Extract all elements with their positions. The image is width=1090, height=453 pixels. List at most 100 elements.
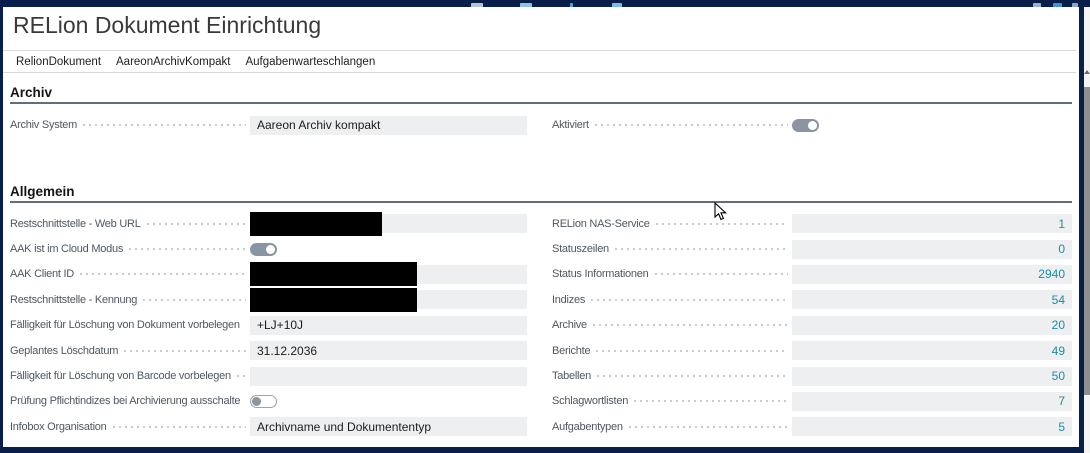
field-input[interactable] [250,262,527,287]
field-input[interactable]: +LJ+10J [250,315,527,335]
field-row: AAK Client ID [10,262,527,287]
field-input[interactable]: Aareon Archiv kompakt [250,115,527,135]
toolbar-icon-partial-3[interactable] [570,3,573,7]
field-control: Archivname und Dokumententyp [250,417,527,437]
toolbar-icon-partial-1[interactable] [471,3,483,7]
dotted-leader [632,398,788,405]
field-control: 54 [792,290,1072,310]
mouse-cursor [714,201,728,226]
section-divider [10,201,1072,203]
window-border-bottom [0,447,1084,453]
toolbar-icon-partial-7[interactable] [1072,3,1078,7]
section-title-allgemein: Allgemein [10,184,75,199]
field-row: Tabellen 50 [552,363,1072,388]
field-control: 7 [792,391,1072,411]
dotted-leader [122,347,246,354]
field-control: 31.12.2036 [250,341,527,361]
field-control: 0 [792,239,1072,259]
field-control: 20 [792,315,1072,335]
dotted-leader [626,423,788,430]
toolbar-icon-partial-5[interactable] [1033,3,1041,7]
field-input[interactable] [250,287,527,312]
field-label: Status Informationen [552,268,649,281]
field-row: Berichte 49 [552,338,1072,363]
toolbar-icon-partial-2[interactable] [520,3,532,7]
toggle-switch[interactable] [792,118,819,132]
menu-item-aufgabenwarteschlangen[interactable]: Aufgabenwarteschlangen [245,56,375,68]
dotted-leader [244,398,246,405]
toggle-switch[interactable] [250,242,277,256]
dotted-leader [612,246,788,253]
field-label: Restschnittstelle - Web URL [10,217,141,230]
drilldown-field[interactable]: 5 [792,417,1072,437]
dotted-leader [589,296,788,303]
field-row: Indizes 54 [552,287,1072,312]
dotted-leader [590,322,788,329]
field-label: Berichte [552,344,591,357]
field-row: Archive 20 [552,313,1072,338]
field-label: Archive [552,319,587,332]
field-control [250,262,527,287]
dotted-leader [81,122,246,128]
field-row: Aktiviert [552,112,1072,138]
toggle-knob [808,120,817,130]
field-row: Fälligkeit für Löschung von Dokument vor… [10,313,527,338]
redacted-value [250,211,382,236]
field-label: Schlagwortlisten [552,395,629,408]
dotted-leader [141,296,246,303]
dotted-leader [78,271,246,278]
section-archiv-fields: Archiv System Aareon Archiv kompakt Aktivi… [10,112,1072,138]
field-row: Prüfung Pflichtindizes bei Archivierung … [10,389,527,414]
field-row: Archiv System Aareon Archiv kompakt [10,112,527,138]
field-label: Prüfung Pflichtindizes bei Archivierung … [10,395,240,408]
menu-item-reliondokument[interactable]: RelionDokument [16,56,101,68]
redacted-value [250,287,417,312]
drilldown-field[interactable]: 49 [792,341,1072,361]
field-control [250,287,527,312]
field-row: Geplantes Löschdatum 31.12.2036 [10,338,527,363]
drilldown-field[interactable]: 0 [792,239,1072,259]
field-control [250,366,527,386]
field-control: 5 [792,417,1072,437]
scroll-up-arrow-icon[interactable] [1084,70,1090,74]
toolbar-icon-partial-4[interactable] [612,3,622,7]
page-title: RELion Dokument Einrichtung [13,12,322,38]
dotted-leader [110,423,246,430]
drilldown-field[interactable]: 20 [792,315,1072,335]
field-row: Schlagwortlisten 7 [552,389,1072,414]
drilldown-field[interactable]: 54 [792,290,1072,310]
field-control [250,211,527,236]
field-control: 50 [792,366,1072,386]
menu-item-aareonarchivkompakt[interactable]: AareonArchivKompakt [116,56,230,68]
dotted-leader [234,373,246,380]
field-label: Restschnittstelle - Kennung [10,293,138,306]
field-row: Statuszeilen 0 [552,236,1072,261]
field-label: Aufgabentypen [552,420,623,433]
field-label: Infobox Organisation [10,420,107,433]
dotted-leader [127,246,246,253]
scrollbar-thumb[interactable] [1084,87,1090,395]
drilldown-field[interactable]: 2940 [792,264,1072,284]
vertical-scrollbar[interactable] [1084,7,1090,453]
toggle-switch[interactable] [250,394,277,408]
field-control: 1 [792,214,1072,234]
drilldown-field[interactable]: 7 [792,391,1072,411]
field-input[interactable]: 31.12.2036 [250,341,527,361]
dotted-leader [594,373,788,380]
drilldown-field[interactable]: 1 [792,214,1072,234]
field-label: Fälligkeit für Löschung von Barcode vorb… [10,370,231,383]
field-control: Aareon Archiv kompakt [250,115,527,135]
field-row: Restschnittstelle - Web URL [10,211,527,236]
field-input[interactable] [250,211,527,236]
field-input[interactable]: Archivname und Dokumententyp [250,417,527,437]
toolbar-icon-partial-6[interactable] [1053,3,1062,7]
field-label: Indizes [552,293,586,306]
drilldown-field[interactable]: 50 [792,366,1072,386]
field-input[interactable] [250,366,527,386]
window-border-left [0,0,3,453]
field-label: Statuszeilen [552,243,609,256]
redacted-value [250,262,417,287]
field-row: Fälligkeit für Löschung von Barcode vorb… [10,363,527,388]
field-label: Archiv System [10,119,78,131]
dotted-leader [144,220,246,227]
